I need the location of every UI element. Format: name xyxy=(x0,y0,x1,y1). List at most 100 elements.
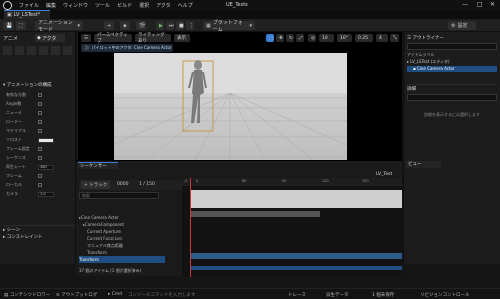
translate-icon[interactable]: ✥ xyxy=(276,34,284,42)
view-tab[interactable]: ビュー xyxy=(406,161,441,168)
unreal-logo-icon[interactable] xyxy=(3,0,12,10)
settings-button[interactable]: ⚙ 設定 xyxy=(448,21,476,30)
derived-data-button[interactable]: 派生データ xyxy=(326,292,349,298)
console-input[interactable]: コンソールコマンドを入力します xyxy=(128,292,238,298)
menu-window[interactable]: ウィンドウ xyxy=(63,2,88,9)
number-field[interactable]: 360 xyxy=(38,164,54,170)
select-tool-icon[interactable] xyxy=(3,46,12,55)
step-icon[interactable]: ⏭ xyxy=(166,21,174,30)
perspective-button[interactable]: パースペクティブ xyxy=(94,33,132,44)
cinematics-icon[interactable]: 🎬 xyxy=(136,21,146,30)
menu-actor[interactable]: アクタ xyxy=(156,2,171,9)
time-ruler[interactable]: -0 0 60 90 120 150 xyxy=(182,178,402,186)
trace-button[interactable]: トレース xyxy=(288,292,306,298)
viewport-scene[interactable] xyxy=(114,53,347,162)
add-icon[interactable]: + xyxy=(104,21,114,30)
track-row[interactable]: ▸ Cine Camera Actor xyxy=(79,214,165,221)
color-swatch[interactable] xyxy=(38,137,54,143)
transform-section[interactable] xyxy=(190,253,402,259)
menu-help[interactable]: ヘルプ xyxy=(178,2,193,9)
camera-speed[interactable]: 4 xyxy=(376,34,388,42)
pose-tool-icon[interactable] xyxy=(39,46,48,55)
menu-edit[interactable]: 編集 xyxy=(46,2,56,9)
select-mode-icon[interactable]: ⬚ xyxy=(266,34,274,42)
sequencer-tab[interactable]: シーケンサー xyxy=(78,162,118,169)
maximize-button[interactable]: □ xyxy=(477,1,483,8)
cmd-button[interactable]: ▸ Cmd xyxy=(108,292,122,297)
blueprint-icon[interactable]: ◈ xyxy=(120,21,130,30)
selected-track-lane[interactable] xyxy=(190,266,402,270)
ruler-tick: 120 xyxy=(322,179,329,183)
menu-select[interactable]: 選択 xyxy=(139,2,149,9)
stop-icon[interactable]: ■ xyxy=(176,21,184,30)
menu-tools[interactable]: ツール xyxy=(95,2,110,9)
unsaved-button[interactable]: 1 個未保存 xyxy=(372,292,394,298)
menu-build[interactable]: ビルド xyxy=(117,2,132,9)
track-row[interactable]: Current Focal Len xyxy=(87,235,173,242)
rotate-tool-icon[interactable] xyxy=(27,46,36,55)
checkbox-icon[interactable] xyxy=(38,120,42,124)
track-row[interactable]: Current Aperture xyxy=(87,228,173,235)
track-search-input[interactable]: 検索 xyxy=(79,192,159,199)
lighting-button[interactable]: ライティングあり xyxy=(135,33,171,44)
move-tool-icon[interactable] xyxy=(15,46,24,55)
details-search-input[interactable] xyxy=(407,94,497,101)
play-options-icon[interactable]: ⋮ xyxy=(186,21,194,30)
scale-snap[interactable]: 0.25 xyxy=(355,34,373,42)
source-control-button[interactable]: リビジョンコントロール xyxy=(420,292,470,298)
animation-mode-select[interactable]: アニメーションモード ▾ xyxy=(35,20,83,33)
output-log-button[interactable]: ≡ アウトプットログ xyxy=(56,292,97,298)
mode-icon[interactable]: ⛶ xyxy=(16,21,26,30)
frame-display[interactable]: 1 / 150 xyxy=(139,182,155,187)
prop-row: ローカル xyxy=(6,182,74,188)
component-section[interactable] xyxy=(190,211,320,217)
close-button[interactable]: ✕ xyxy=(490,1,495,8)
playhead[interactable] xyxy=(190,178,191,277)
show-button[interactable]: 表示 xyxy=(174,34,190,42)
pilot-breadcrumb[interactable]: 🎥 パイロット中のアクタ: Cine Camera Actor xyxy=(81,44,173,52)
section-animation-settings[interactable]: ▾ アニメーションの構成 xyxy=(3,82,75,89)
time-display[interactable]: 0000 xyxy=(117,182,128,187)
prop-row: カメラ 1.0 xyxy=(6,191,74,197)
outliner-header[interactable]: ☰ アウトライナー xyxy=(407,35,497,42)
rotate-icon[interactable]: ↻ xyxy=(286,34,294,42)
checkbox-icon[interactable] xyxy=(38,147,42,151)
scale-icon[interactable]: ⤢ xyxy=(296,34,304,42)
checkbox-icon[interactable] xyxy=(38,183,42,187)
outliner-row[interactable]: ▸ LV_LSTest (エディタ) xyxy=(407,59,497,65)
track-row[interactable]: ▸ CameraComponent xyxy=(83,221,169,228)
viewport-menu-icon[interactable]: ☰ xyxy=(81,34,91,42)
snap-tool-icon[interactable] xyxy=(63,46,72,55)
track-row-selected[interactable]: Transform xyxy=(79,256,165,263)
tween-tool-icon[interactable] xyxy=(51,46,60,55)
details-header[interactable]: 詳細 xyxy=(407,84,497,92)
track-row[interactable]: マニュアル焦点距離 xyxy=(87,242,173,249)
maximize-viewport-icon[interactable]: ⤡ xyxy=(390,34,399,42)
minimize-button[interactable]: — xyxy=(462,1,468,8)
platform-select[interactable]: ▦ プラットフォーム ▾ xyxy=(203,20,255,33)
outliner-search-input[interactable] xyxy=(407,43,497,50)
checkbox-icon[interactable] xyxy=(38,174,42,178)
tab-actor[interactable]: ◆ アクタ xyxy=(35,34,65,42)
outliner-row-selected[interactable]: ▪ Cine Camera Actor xyxy=(407,66,497,72)
camera-thumbnail-track[interactable] xyxy=(190,190,402,208)
section-constraint[interactable]: ▸ コンストレイント xyxy=(3,234,75,241)
angle-snap[interactable]: 10° xyxy=(337,34,352,42)
timeline-area[interactable]: -0 0 60 90 120 150 xyxy=(182,178,402,277)
tab-animation[interactable]: アニメ xyxy=(3,34,33,42)
checkbox-icon[interactable] xyxy=(38,93,42,97)
checkbox-icon[interactable] xyxy=(38,129,42,133)
checkbox-icon[interactable] xyxy=(38,102,42,106)
section-scene[interactable]: ▸ シーン xyxy=(3,225,75,233)
add-track-button[interactable]: + トラック xyxy=(81,181,111,189)
number-field[interactable]: 1.0 xyxy=(38,191,54,197)
track-row[interactable]: Transform xyxy=(87,249,173,256)
checkbox-icon[interactable] xyxy=(38,156,42,160)
world-icon[interactable]: ◎ xyxy=(308,34,316,42)
content-drawer-button[interactable]: ▤ コンテンツドロワー xyxy=(4,292,50,298)
checkbox-icon[interactable] xyxy=(38,111,42,115)
save-icon[interactable]: 💾 xyxy=(3,21,13,30)
menu-file[interactable]: ファイル xyxy=(19,2,39,9)
grid-snap[interactable]: 10 xyxy=(319,34,334,42)
play-icon[interactable]: ▶ xyxy=(156,21,164,30)
